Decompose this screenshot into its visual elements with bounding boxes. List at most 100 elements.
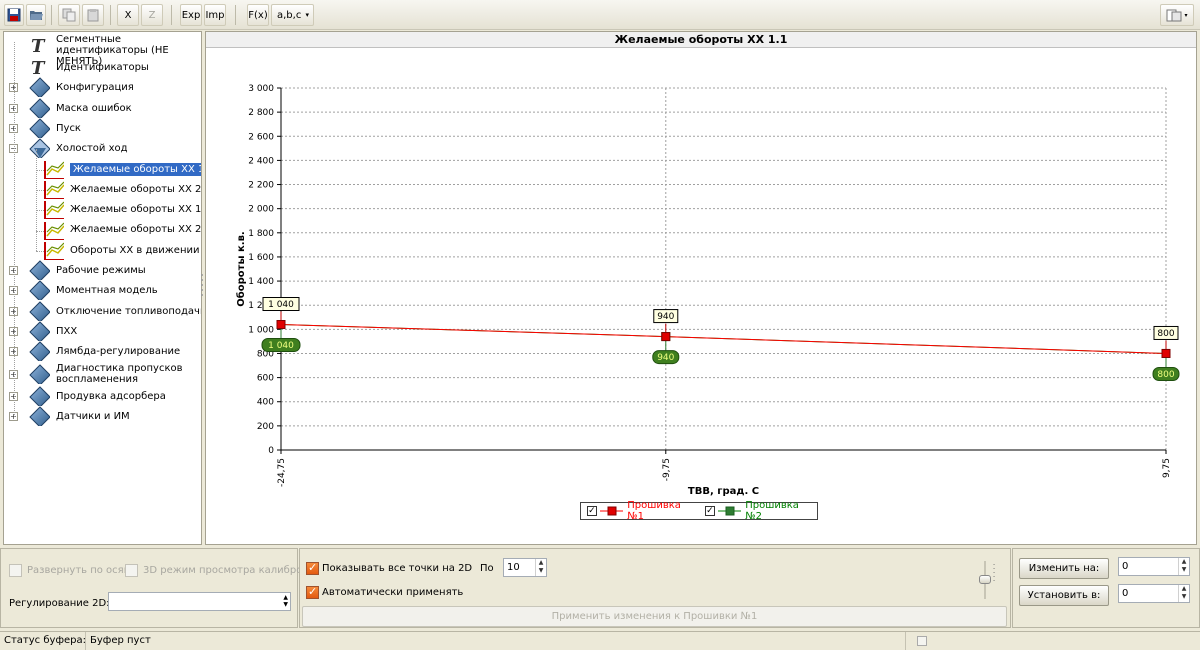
tree-item-label: Моментная модель: [56, 285, 158, 297]
line-chart[interactable]: 02004006008001 0001 2001 4001 6001 8002 …: [206, 32, 1196, 544]
vertical-slider[interactable]: [979, 561, 991, 599]
tree-item-label: Пуск: [56, 122, 81, 134]
y-tick-label: 2 600: [248, 132, 274, 142]
expand-axes-label: Развернуть по осям: [27, 565, 132, 576]
tree-item-label: Датчики и ИМ: [56, 410, 130, 422]
change-by-value: 0: [1122, 561, 1129, 572]
tree-item-5[interactable]: − Холостой ход: [4, 138, 201, 159]
y-tick-label: 3 000: [248, 84, 274, 94]
calibration-tree[interactable]: T Сегментные идентификаторы (НЕ МЕНЯТЬ) T И…: [3, 31, 202, 545]
tree-item-14[interactable]: + ПХХ: [4, 321, 201, 342]
spin-arrows-icon[interactable]: ▲ ▼: [1178, 558, 1189, 575]
z-button[interactable]: Z: [141, 4, 163, 26]
y-tick-label: 400: [257, 398, 274, 408]
tree-item-11[interactable]: + Рабочие режимы: [4, 260, 201, 281]
series-1-point: [661, 332, 671, 342]
open-folder-icon[interactable]: [26, 4, 46, 26]
tree-item-12[interactable]: + Моментная модель: [4, 280, 201, 301]
po-label: По: [480, 563, 494, 574]
tree-item-18[interactable]: + Датчики и ИМ: [4, 406, 201, 427]
tree-item-7[interactable]: Желаемые обороты ХХ 2.1: [4, 180, 201, 200]
y-tick-label: 2 400: [248, 156, 274, 166]
splitter-handle[interactable]: [200, 270, 204, 300]
tree-item-label: Желаемые обороты ХХ 2.1: [70, 183, 202, 195]
set-to-button[interactable]: Установить в:: [1019, 585, 1109, 606]
copy-icon[interactable]: [58, 4, 80, 26]
expand-axes-checkbox[interactable]: [9, 564, 22, 577]
tree-item-8[interactable]: Желаемые обороты ХХ 1.2: [4, 200, 201, 220]
tree-item-9[interactable]: Желаемые обороты ХХ 2.2: [4, 220, 201, 240]
export-button[interactable]: Exp: [180, 4, 202, 26]
text-t-icon: T: [31, 58, 46, 77]
tree-item-17[interactable]: + Продувка адсорбера: [4, 385, 201, 407]
x-button[interactable]: X: [117, 4, 139, 26]
change-by-spinner[interactable]: 0 ▲ ▼: [1118, 557, 1190, 576]
legend-checkbox-series-2[interactable]: ✓: [705, 506, 715, 516]
tree-item-label: Продувка адсорбера: [56, 390, 166, 402]
tree-connector: [36, 210, 44, 212]
tree-item-13[interactable]: + Отключение топливоподачи: [4, 301, 201, 322]
show-all-points-checkbox[interactable]: [306, 561, 319, 575]
paste-icon[interactable]: [82, 4, 104, 26]
tree-connector: [36, 169, 44, 171]
diamond-open-icon: [29, 138, 50, 159]
change-by-button[interactable]: Изменить на:: [1019, 558, 1109, 579]
toolbar: X Z Exp Imp F(x) a,b,c ▾ ▾: [0, 0, 1200, 30]
chart-legend: ✓ Прошивка №1 ✓ Прошивка №2: [580, 500, 818, 522]
slider-thumb[interactable]: [979, 575, 991, 584]
x-tick-label: -24,75: [277, 458, 287, 487]
po-spinner[interactable]: 10 ▲ ▼: [503, 558, 547, 577]
curve-icon: [44, 180, 64, 199]
bottom-panel: Развернуть по осям 3D режим просмотра ка…: [0, 548, 1200, 630]
legend-label-series-1: Прошивка №1: [627, 500, 681, 522]
y-tick-label: 0: [268, 446, 274, 456]
y-tick-label: 600: [257, 374, 274, 384]
regulation-2d-label: Регулирование 2D:: [9, 598, 110, 609]
curve-icon: [44, 221, 64, 240]
spin-arrows-icon[interactable]: ▲ ▼: [1178, 585, 1189, 602]
x-axis-label: ТВВ, град. С: [688, 486, 759, 497]
spin-arrows-icon[interactable]: ▲ ▼: [535, 559, 546, 576]
svg-text:T: T: [31, 36, 46, 55]
tree-item-3[interactable]: + Маска ошибок: [4, 98, 201, 119]
tree-connector: [36, 149, 37, 251]
window-layout-icon[interactable]: ▾: [1160, 4, 1194, 26]
tree-item-label: Желаемые обороты ХХ 2.2: [70, 224, 202, 236]
diamond-icon: [29, 341, 50, 362]
auto-apply-checkbox[interactable]: [306, 585, 319, 599]
diamond-icon: [29, 406, 50, 426]
abc-dropdown[interactable]: a,b,c ▾: [271, 4, 314, 26]
legend-label-series-2: Прошивка №2: [745, 500, 799, 522]
auto-apply-label: Автоматически применять: [322, 587, 464, 598]
tree-item-label: Конфигурация: [56, 82, 134, 94]
tree-connector: [36, 189, 44, 191]
tree-item-10[interactable]: Обороты ХХ в движении: [4, 241, 201, 261]
tree-item-15[interactable]: + Лямбда-регулирование: [4, 341, 201, 362]
y-tick-label: 1 800: [248, 229, 274, 239]
save-icon[interactable]: [4, 4, 24, 26]
apply-changes-button[interactable]: Применить изменения к Прошивки №1: [302, 606, 1007, 627]
legend-checkbox-series-1[interactable]: ✓: [587, 506, 597, 516]
buffer-status-value: Буфер пуст: [86, 632, 906, 650]
diamond-icon: [29, 280, 50, 301]
x-tick-label: 9,75: [1162, 458, 1172, 478]
import-button[interactable]: Imp: [204, 4, 226, 26]
tree-item-16[interactable]: + Диагностика пропусков воспламенения: [4, 363, 201, 387]
tree-item-0[interactable]: T Сегментные идентификаторы (НЕ МЕНЯТЬ): [4, 34, 201, 67]
tree-item-4[interactable]: + Пуск: [4, 118, 201, 139]
set-to-spinner[interactable]: 0 ▲ ▼: [1118, 584, 1190, 603]
mode-3d-checkbox[interactable]: [125, 564, 138, 577]
series-2-data-label: 800: [1157, 370, 1174, 380]
y-tick-label: 1 400: [248, 277, 274, 287]
series-2-data-label: 1 040: [268, 341, 294, 351]
tree-item-6[interactable]: Желаемые обороты ХХ 1.1: [4, 160, 201, 180]
tree-item-2[interactable]: + Конфигурация: [4, 77, 201, 98]
tree-item-1[interactable]: T Идентификаторы: [4, 58, 201, 78]
x-tick-label: -9,75: [662, 458, 672, 481]
series-1-point: [1161, 348, 1171, 358]
tree-connector: [36, 250, 44, 252]
function-button[interactable]: F(x): [247, 4, 269, 26]
show-all-points-label: Показывать все точки на 2D: [322, 563, 473, 574]
regulation-2d-select[interactable]: ▲ ▼: [108, 592, 291, 611]
po-value: 10: [507, 562, 520, 573]
